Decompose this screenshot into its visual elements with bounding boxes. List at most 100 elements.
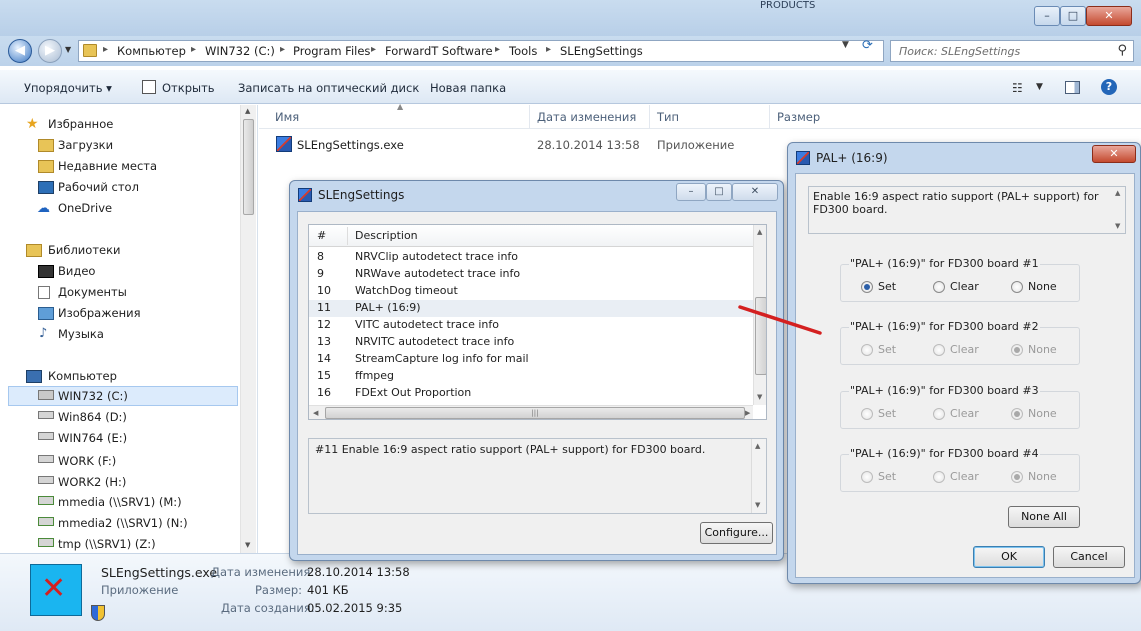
- breadcrumb-program-files[interactable]: Program Files: [293, 44, 370, 58]
- column-divider[interactable]: [649, 105, 650, 129]
- column-name[interactable]: Имя: [275, 110, 299, 124]
- column-type[interactable]: Тип: [657, 110, 679, 124]
- chevron-right-icon[interactable]: ▸: [103, 44, 108, 55]
- column-divider[interactable]: [769, 105, 770, 129]
- list-item[interactable]: 13 NRVITC autodetect trace info: [309, 334, 754, 351]
- nav-drive-f[interactable]: WORK (F:): [58, 454, 116, 468]
- nav-music[interactable]: Музыка: [58, 327, 104, 341]
- nav-drive-h[interactable]: WORK2 (H:): [58, 475, 126, 489]
- col-description[interactable]: Description: [355, 229, 418, 242]
- nav-documents[interactable]: Документы: [58, 285, 127, 299]
- configure-button[interactable]: Configure...: [700, 522, 773, 544]
- list-horizontal-scrollbar[interactable]: ◀ ||| ▶: [309, 405, 753, 419]
- address-bar[interactable]: ▸ Компьютер ▸ WIN732 (C:) ▸ Program File…: [78, 40, 884, 62]
- close-button[interactable]: ✕: [1086, 6, 1132, 26]
- nav-drive-n[interactable]: mmedia2 (\\SRV1) (N:): [58, 516, 188, 530]
- scroll-down-icon[interactable]: ▼: [757, 393, 762, 401]
- nav-desktop[interactable]: Рабочий стол: [58, 180, 139, 194]
- scroll-down-icon[interactable]: ▼: [245, 541, 250, 549]
- nav-favorites[interactable]: Избранное: [48, 117, 113, 131]
- nav-recent[interactable]: Недавние места: [58, 159, 157, 173]
- scroll-up-icon[interactable]: ▲: [1115, 189, 1120, 197]
- breadcrumb-forwardt[interactable]: ForwardT Software: [385, 44, 493, 58]
- column-divider[interactable]: [529, 105, 530, 129]
- list-item[interactable]: 14 StreamCapture log info for mail: [309, 351, 754, 368]
- breadcrumb-drive[interactable]: WIN732 (C:): [205, 44, 275, 58]
- organize-button[interactable]: Упорядочить ▾: [24, 81, 112, 95]
- breadcrumb-computer[interactable]: Компьютер: [117, 44, 186, 58]
- column-divider[interactable]: [347, 227, 348, 245]
- list-scroll-thumb[interactable]: [755, 297, 766, 375]
- view-dropdown-icon[interactable]: ▼: [1036, 82, 1043, 92]
- scroll-up-icon[interactable]: ▲: [245, 107, 250, 115]
- nav-drive-d[interactable]: Win864 (D:): [58, 410, 127, 424]
- list-item[interactable]: 15 ffmpeg: [309, 368, 754, 385]
- nav-onedrive[interactable]: OneDrive: [58, 201, 112, 215]
- maximize-button[interactable]: □: [1060, 6, 1086, 26]
- nav-video[interactable]: Видео: [58, 264, 95, 278]
- nav-drive-e[interactable]: WIN764 (E:): [58, 431, 127, 445]
- chevron-right-icon[interactable]: ▸: [495, 44, 500, 55]
- new-folder-button[interactable]: Новая папка: [430, 81, 506, 95]
- radio-indicator[interactable]: [861, 281, 873, 293]
- list-item[interactable]: 10 WatchDog timeout: [309, 283, 754, 300]
- none-all-button[interactable]: None All: [1008, 506, 1080, 528]
- nav-drive-m[interactable]: mmedia (\\SRV1) (M:): [58, 495, 182, 509]
- back-button[interactable]: ◀: [8, 39, 32, 63]
- col-number[interactable]: #: [317, 229, 326, 242]
- refresh-icon[interactable]: ⟳: [862, 38, 873, 53]
- radio-indicator[interactable]: [933, 281, 945, 293]
- sidebar-scroll-thumb[interactable]: [243, 119, 254, 215]
- list-item-selected[interactable]: 11 PAL+ (16:9): [309, 300, 754, 317]
- file-row[interactable]: SLEngSettings.exe 28.10.2014 13:58 Прило…: [272, 134, 848, 156]
- chevron-right-icon[interactable]: ▸: [280, 44, 285, 55]
- maximize-button[interactable]: □: [706, 183, 732, 201]
- nav-computer[interactable]: Компьютер: [48, 369, 117, 383]
- burn-button[interactable]: Записать на оптический диск: [238, 81, 419, 95]
- chevron-right-icon[interactable]: ▸: [546, 44, 551, 55]
- column-size[interactable]: Размер: [777, 110, 820, 124]
- nav-downloads[interactable]: Загрузки: [58, 138, 113, 152]
- chevron-right-icon[interactable]: ▸: [371, 44, 376, 55]
- chevron-right-icon[interactable]: ▸: [191, 44, 196, 55]
- preview-pane-icon[interactable]: [1065, 81, 1080, 94]
- address-dropdown-icon[interactable]: ▼: [842, 40, 849, 50]
- scroll-right-icon[interactable]: ▶: [745, 409, 750, 417]
- list-item[interactable]: 12 VITC autodetect trace info: [309, 317, 754, 334]
- sidebar-scrollbar[interactable]: ▲ ▼: [240, 105, 256, 553]
- forward-button[interactable]: ▶: [38, 39, 62, 63]
- view-options-icon[interactable]: ☷: [1012, 81, 1023, 95]
- minimize-button[interactable]: –: [1034, 6, 1060, 26]
- recent-pages-dropdown-icon[interactable]: ▼: [65, 45, 71, 54]
- nav-libraries[interactable]: Библиотеки: [48, 243, 121, 257]
- column-date[interactable]: Дата изменения: [537, 110, 636, 124]
- description-scrollbar[interactable]: ▲ ▼: [1112, 187, 1125, 233]
- list-item[interactable]: 8 NRVClip autodetect trace info: [309, 249, 754, 266]
- scroll-down-icon[interactable]: ▼: [1115, 222, 1120, 230]
- list-horizontal-thumb[interactable]: |||: [325, 407, 745, 419]
- search-input[interactable]: Поиск: SLEngSettings ⚲: [890, 40, 1134, 62]
- settings-list[interactable]: # Description 8 NRVClip autodetect trace …: [308, 224, 767, 420]
- list-item[interactable]: 16 FDExt Out Proportion: [309, 385, 754, 402]
- close-button[interactable]: ✕: [1092, 145, 1136, 163]
- search-icon[interactable]: ⚲: [1117, 43, 1127, 58]
- scroll-left-icon[interactable]: ◀: [313, 409, 318, 417]
- open-button[interactable]: Открыть: [162, 81, 215, 95]
- nav-drive-z[interactable]: tmp (\\SRV1) (Z:): [58, 537, 156, 551]
- description-scrollbar[interactable]: ▲ ▼: [751, 439, 766, 513]
- scroll-down-icon[interactable]: ▼: [755, 501, 760, 509]
- minimize-button[interactable]: –: [676, 183, 706, 201]
- cancel-button[interactable]: Cancel: [1053, 546, 1125, 568]
- scroll-up-icon[interactable]: ▲: [755, 442, 760, 450]
- ok-button[interactable]: OK: [973, 546, 1045, 568]
- scroll-up-icon[interactable]: ▲: [757, 228, 762, 236]
- nav-pictures[interactable]: Изображения: [58, 306, 141, 320]
- breadcrumb-slengsettings[interactable]: SLEngSettings: [560, 44, 643, 58]
- nav-drive-c[interactable]: WIN732 (C:): [58, 389, 128, 403]
- breadcrumb-tools[interactable]: Tools: [509, 44, 537, 58]
- list-vertical-scrollbar[interactable]: ▲ ▼: [753, 225, 766, 405]
- help-icon[interactable]: ?: [1101, 79, 1117, 95]
- radio-indicator[interactable]: [1011, 281, 1023, 293]
- list-item[interactable]: 9 NRWave autodetect trace info: [309, 266, 754, 283]
- close-button[interactable]: ✕: [732, 183, 778, 201]
